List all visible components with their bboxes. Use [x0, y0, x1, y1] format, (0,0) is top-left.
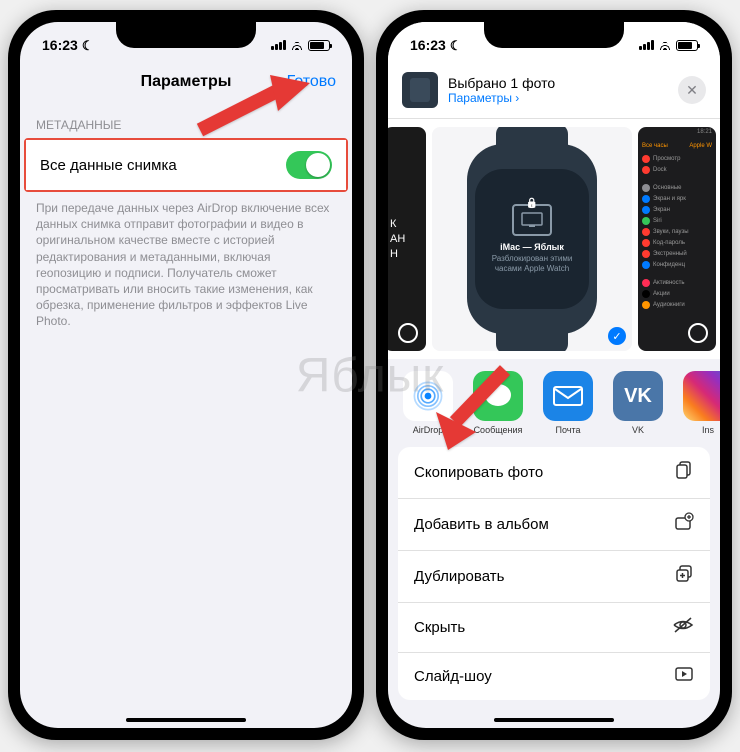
action-label: Скопировать фото [414, 464, 543, 481]
home-indicator[interactable] [494, 718, 614, 722]
peek-line: АН [390, 232, 405, 247]
status-time: 16:23 [42, 37, 78, 53]
peek-item: Dock [653, 167, 667, 173]
photo-preview-strip[interactable]: К АН Н iMac — Яблык Разблокир [388, 119, 720, 359]
peek-item: Основные [653, 185, 681, 191]
mail-app[interactable]: Почта [540, 371, 596, 435]
done-button[interactable]: Готово [287, 73, 336, 91]
copy-photo-action[interactable]: Скопировать фото [398, 447, 710, 499]
photo-prev-peek[interactable]: К АН Н [388, 127, 426, 351]
notch [484, 22, 624, 48]
section-label: МЕТАДАННЫЕ [20, 102, 352, 138]
peek-item: Экстренный [653, 251, 687, 257]
highlighted-row: Все данные снимка [24, 138, 348, 192]
slideshow-action[interactable]: Слайд-шоу [398, 653, 710, 700]
wifi-icon [290, 40, 304, 50]
instagram-app[interactable]: Ins [680, 371, 720, 435]
duplicate-action[interactable]: Дублировать [398, 551, 710, 603]
peek-item: Siri [653, 218, 662, 224]
app-label: Сообщения [474, 425, 523, 435]
peek-header: Apple W [689, 143, 712, 149]
selected-check-icon: ✓ [608, 327, 626, 345]
peek-item: Экран [653, 207, 670, 213]
app-label: AirDrop [413, 425, 444, 435]
peek-header: Все часы [642, 143, 668, 149]
action-list: Скопировать фото Добавить в альбом Дубли… [398, 447, 710, 700]
signal-icon [639, 40, 654, 50]
app-label: Ins [702, 425, 714, 435]
share-options-link[interactable]: Параметры › [448, 91, 668, 105]
messages-app[interactable]: Сообщения [470, 371, 526, 435]
lens-icon [688, 323, 708, 343]
notch [116, 22, 256, 48]
airdrop-icon [403, 371, 453, 421]
screen-left: 16:23 Параметры Готово МЕТАДАННЫЕ Все да… [20, 22, 352, 728]
peek-item: Просмотр [653, 156, 680, 162]
dnd-icon [82, 37, 94, 54]
peek-item: Звуки, паузы [653, 229, 689, 235]
share-thumbnail [402, 72, 438, 108]
home-indicator[interactable] [126, 718, 246, 722]
watch-subtitle: Разблокирован этими часами Apple Watch [483, 254, 581, 273]
all-photo-data-row[interactable]: Все данные снимка [26, 140, 346, 190]
duplicate-icon [674, 564, 694, 589]
status-time: 16:23 [410, 37, 446, 53]
share-sheet-header: Выбрано 1 фото Параметры › ✕ [388, 62, 720, 119]
album-plus-icon [674, 512, 694, 537]
peek-line: Н [390, 247, 405, 262]
peek-item: Активность [653, 280, 685, 286]
peek-item: Акции [653, 291, 670, 297]
toggle-label: Все данные снимка [40, 157, 177, 174]
app-label: VK [632, 425, 644, 435]
action-label: Добавить в альбом [414, 516, 549, 533]
vk-app[interactable]: VK VK [610, 371, 666, 435]
copy-icon [674, 460, 694, 485]
monitor-lock-icon [512, 204, 552, 236]
add-to-album-action[interactable]: Добавить в альбом [398, 499, 710, 551]
airdrop-app[interactable]: AirDrop [400, 371, 456, 435]
battery-icon [676, 40, 698, 51]
mail-icon [543, 371, 593, 421]
watch-title: iMac — Яблык [500, 242, 564, 252]
screen-right: 16:23 Выбрано 1 фото Параметры › ✕ К АН [388, 22, 720, 728]
watch-image: iMac — Яблык Разблокирован этими часами … [467, 144, 597, 334]
battery-icon [308, 40, 330, 51]
photo-selected[interactable]: iMac — Яблык Разблокирован этими часами … [432, 127, 632, 351]
photo-next-peek[interactable]: 18:21 Все часы Apple W Просмотр Dock Осн… [638, 127, 716, 351]
lens-icon [398, 323, 418, 343]
action-label: Слайд-шоу [414, 668, 492, 685]
peek-line: К [390, 217, 405, 232]
dnd-icon [450, 37, 462, 54]
phone-left: 16:23 Параметры Готово МЕТАДАННЫЕ Все да… [8, 10, 364, 740]
instagram-icon [683, 371, 720, 421]
phone-right: 16:23 Выбрано 1 фото Параметры › ✕ К АН [376, 10, 732, 740]
play-rect-icon [674, 666, 694, 687]
peek-item: Конфиденц [653, 262, 685, 268]
action-label: Скрыть [414, 619, 465, 636]
close-button[interactable]: ✕ [678, 76, 706, 104]
eye-slash-icon [672, 616, 694, 639]
wifi-icon [658, 40, 672, 50]
page-title: Параметры [141, 73, 232, 91]
messages-icon [473, 371, 523, 421]
nav-header: Параметры Готово [20, 62, 352, 102]
vk-icon: VK [613, 371, 663, 421]
hide-action[interactable]: Скрыть [398, 603, 710, 653]
action-label: Дублировать [414, 568, 504, 585]
app-label: Почта [556, 425, 581, 435]
peek-item: Аудиокниги [653, 302, 685, 308]
peek-item: Экран и ярк [653, 196, 686, 202]
share-title: Выбрано 1 фото [448, 75, 668, 91]
share-apps-row[interactable]: AirDrop Сообщения Почта VK VK Ins [388, 359, 720, 447]
signal-icon [271, 40, 286, 50]
toggle-description: При передаче данных через AirDrop включе… [20, 192, 352, 338]
peek-item: Код-пароль [653, 240, 685, 246]
all-photo-data-toggle[interactable] [286, 151, 332, 179]
